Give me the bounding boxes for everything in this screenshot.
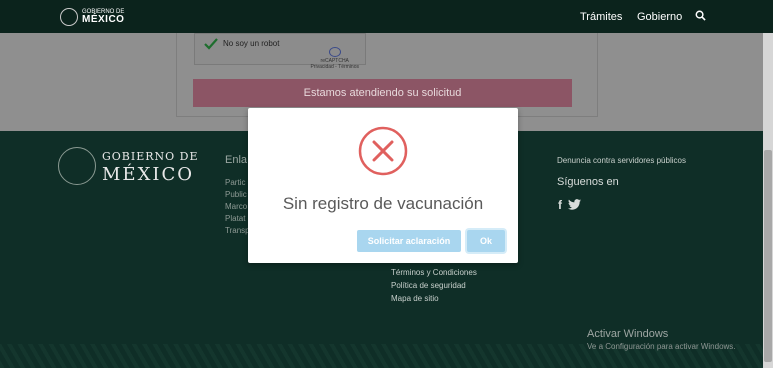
footer-logo[interactable]: GOBIERNO DE MÉXICO bbox=[58, 147, 199, 185]
footer-link[interactable]: Partic bbox=[225, 178, 245, 187]
footer-link[interactable]: Public bbox=[225, 190, 247, 199]
captcha-label: No soy un robot bbox=[223, 39, 280, 48]
footer-link[interactable]: Platat bbox=[225, 214, 245, 223]
recaptcha-links[interactable]: Privacidad - Términos bbox=[310, 64, 359, 70]
facebook-icon[interactable]: f bbox=[558, 198, 562, 212]
submit-status-button[interactable]: Estamos atendiendo su solicitud bbox=[193, 79, 572, 107]
mexico-seal-icon bbox=[60, 8, 78, 26]
search-icon[interactable] bbox=[695, 10, 706, 21]
windows-activation-title: Activar Windows bbox=[587, 328, 669, 340]
dialog-title: Sin registro de vacunación bbox=[282, 194, 484, 213]
footer-link[interactable]: Marco bbox=[225, 202, 247, 211]
scrollbar-thumb[interactable] bbox=[764, 150, 772, 362]
request-clarification-button[interactable]: Solicitar aclaración bbox=[357, 230, 461, 252]
footer-links-heading: Enla bbox=[225, 154, 248, 166]
recaptcha-brand: reCAPTCHA Privacidad - Términos bbox=[310, 47, 359, 70]
footer-link-sitemap[interactable]: Mapa de sitio bbox=[391, 294, 439, 303]
recaptcha-logo-icon bbox=[328, 47, 341, 57]
footer-link-security[interactable]: Política de seguridad bbox=[391, 281, 466, 290]
top-navbar: GOBIERNO DE MÉXICO Trámites Gobierno bbox=[0, 0, 773, 33]
social-heading: Síguenos en bbox=[557, 176, 619, 188]
footer-link[interactable]: Transp bbox=[225, 226, 250, 235]
windows-activation-subtitle: Ve a Configuración para activar Windows. bbox=[587, 342, 736, 351]
nav-gobierno[interactable]: Gobierno bbox=[637, 11, 682, 23]
error-x-icon bbox=[358, 126, 408, 176]
header-logo-line2: MÉXICO bbox=[82, 14, 125, 25]
footer-link-terms[interactable]: Términos y Condiciones bbox=[391, 268, 477, 277]
header-logo[interactable]: GOBIERNO DE MÉXICO bbox=[60, 8, 124, 26]
error-dialog: Sin registro de vacunación Solicitar acl… bbox=[248, 108, 518, 263]
recaptcha-widget[interactable]: No soy un robot reCAPTCHA Privacidad - T… bbox=[194, 33, 366, 70]
ok-button[interactable]: Ok bbox=[467, 230, 505, 252]
nav-tramites[interactable]: Trámites bbox=[580, 11, 622, 23]
checkmark-icon[interactable] bbox=[203, 36, 219, 52]
mexico-seal-icon bbox=[58, 147, 96, 185]
footer-link-denuncia[interactable]: Denuncia contra servidores públicos bbox=[557, 156, 686, 165]
twitter-icon[interactable] bbox=[568, 199, 581, 210]
footer-logo-line2: MÉXICO bbox=[102, 164, 195, 185]
